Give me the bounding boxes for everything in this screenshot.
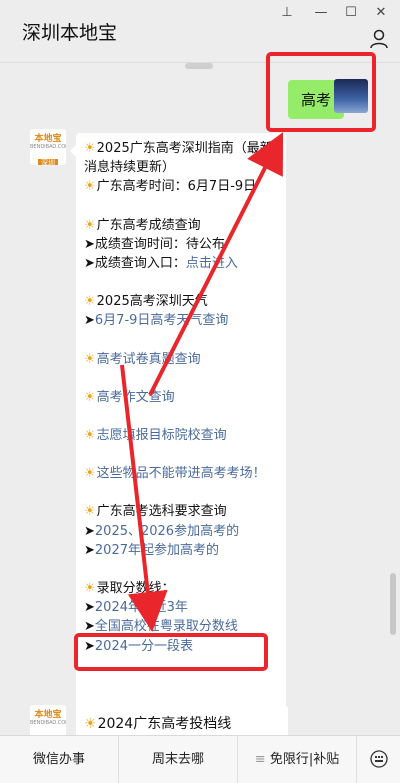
arrow-bullet-icon: ➤ — [84, 236, 95, 252]
bot-line[interactable]: ➤2024年 | 近3年 — [84, 598, 278, 617]
bot-line-link[interactable]: 高考试卷真题查询 — [97, 352, 201, 367]
bot-line[interactable]: ➤2025、2026参加高考的 — [84, 522, 278, 541]
menu-item-restriction[interactable]: ≡ 免限行|补贴 — [238, 736, 357, 783]
sun-icon: ☀ — [84, 179, 96, 195]
bot-line[interactable]: ☀高考试卷真题查询 — [84, 350, 278, 369]
bot-line: ☀广东高考选科要求查询 — [84, 502, 278, 521]
avatar-city-text: 深圳 — [38, 159, 58, 165]
sun-icon: ☀ — [84, 716, 97, 732]
bot-line-link[interactable]: 点击进入 — [186, 256, 238, 271]
sun-icon: ☀ — [84, 428, 96, 444]
sun-icon: ☀ — [84, 389, 96, 405]
bot-line: ☀广东高考成绩查询 — [84, 216, 278, 235]
arrow-bullet-icon: ➤ — [84, 523, 95, 539]
arrow-bullet-icon: ➤ — [84, 313, 95, 329]
menu-item-restriction-label: 免限行|补贴 — [269, 752, 340, 767]
avatar-brand-text: 本地宝 — [34, 134, 62, 144]
bot-line-text: 广东高考选科要求查询 — [96, 504, 227, 520]
close-icon[interactable]: ✕ — [370, 4, 392, 22]
bot-line[interactable]: ☀这些物品不能带进高考考场！ — [84, 464, 278, 483]
avatar-brand-text: 本地宝 — [34, 710, 62, 720]
bot-line[interactable]: ☀志愿填报目标院校查询 — [84, 426, 278, 445]
scroll-indicator — [185, 63, 213, 69]
arrow-bullet-icon: ➤ — [84, 256, 95, 272]
pin-icon[interactable]: ⊥ — [276, 4, 298, 22]
sun-icon: ☀ — [84, 351, 96, 367]
bot-line: ☀广东高考时间：6月7日-9日 — [84, 177, 278, 196]
bot-line-link[interactable]: 高考作文查询 — [97, 390, 175, 405]
bot-line: ☀2025广东高考深圳指南（最新消息持续更新） — [84, 139, 278, 177]
user-icon[interactable] — [368, 28, 390, 50]
bot-line: ➤成绩查询时间：待公布 — [84, 235, 278, 254]
sun-icon: ☀ — [84, 504, 96, 520]
arrow-bullet-icon: ➤ — [84, 600, 95, 616]
bot-line: ☀2025高考深圳天气 — [84, 292, 278, 311]
sun-icon: ☀ — [84, 581, 96, 597]
bot-line-link[interactable]: 志愿填报目标院校查询 — [97, 428, 227, 443]
bot-line-text: 成绩查询时间：待公布 — [94, 236, 225, 252]
bot-line-text: 成绩查询入口： — [94, 256, 186, 272]
sun-icon: ☀ — [84, 466, 96, 482]
bot-line: ☀录取分数线： — [84, 579, 278, 598]
highlight-box-score-link — [74, 633, 268, 671]
menu-list-icon: ≡ — [254, 752, 266, 767]
highlight-box-user-message — [266, 52, 376, 132]
minimize-icon[interactable]: — — [310, 4, 332, 22]
bot-avatar[interactable]: 本地宝 BENDIBAO.COM 深圳 — [30, 129, 66, 165]
bot-line[interactable]: ➤6月7-9日高考天气查询 — [84, 311, 278, 330]
bot-line[interactable]: ➤2027年起参加高考的 — [84, 541, 278, 560]
bot-line[interactable]: ➤成绩查询入口：点击进入 — [84, 254, 278, 273]
sun-icon: ☀ — [84, 294, 96, 310]
bottom-menu: 微信办事 周末去哪 ≡ 免限行|补贴 — [0, 735, 400, 783]
bot-line-text: 广东高考时间：6月7日-9日 — [96, 179, 257, 195]
next-message-text: 2024广东高考投档线 — [97, 716, 232, 732]
bot-line-link[interactable]: 2024年 | 近3年 — [95, 600, 188, 615]
bot-line-link[interactable]: 2027年起参加高考的 — [95, 543, 219, 558]
avatar-domain-text: BENDIBAO.COM — [30, 720, 66, 726]
bot-line-text: 广东高考成绩查询 — [96, 217, 201, 233]
bot-line-link[interactable]: 6月7-9日高考天气查询 — [95, 313, 229, 328]
bot-avatar-2[interactable]: 本地宝 BENDIBAO.COM 深圳 — [30, 705, 66, 735]
bot-line-text: 2025广东高考深圳指南（最新消息持续更新） — [84, 141, 273, 176]
scrollbar[interactable] — [390, 573, 396, 635]
menu-item-weekend[interactable]: 周末去哪 — [119, 736, 238, 783]
bot-line-link[interactable]: 2025、2026参加高考的 — [95, 524, 239, 539]
arrow-bullet-icon: ➤ — [84, 542, 95, 558]
next-message-bubble: ☀2024广东高考投档线 — [76, 705, 288, 735]
sun-icon: ☀ — [84, 141, 96, 156]
keyboard-icon[interactable] — [370, 750, 388, 768]
app-title: 深圳本地宝 — [22, 22, 118, 44]
maximize-icon[interactable]: ☐ — [340, 4, 362, 22]
bot-line-link[interactable]: 这些物品不能带进高考考场！ — [97, 466, 266, 481]
menu-item-wechat-services[interactable]: 微信办事 — [0, 736, 119, 783]
sun-icon: ☀ — [84, 217, 96, 233]
avatar-domain-text: BENDIBAO.COM — [30, 144, 66, 150]
bot-line-text: 录取分数线： — [96, 581, 175, 597]
bot-line[interactable]: ☀高考作文查询 — [84, 388, 278, 407]
bot-line-text: 2025高考深圳天气 — [96, 294, 208, 310]
